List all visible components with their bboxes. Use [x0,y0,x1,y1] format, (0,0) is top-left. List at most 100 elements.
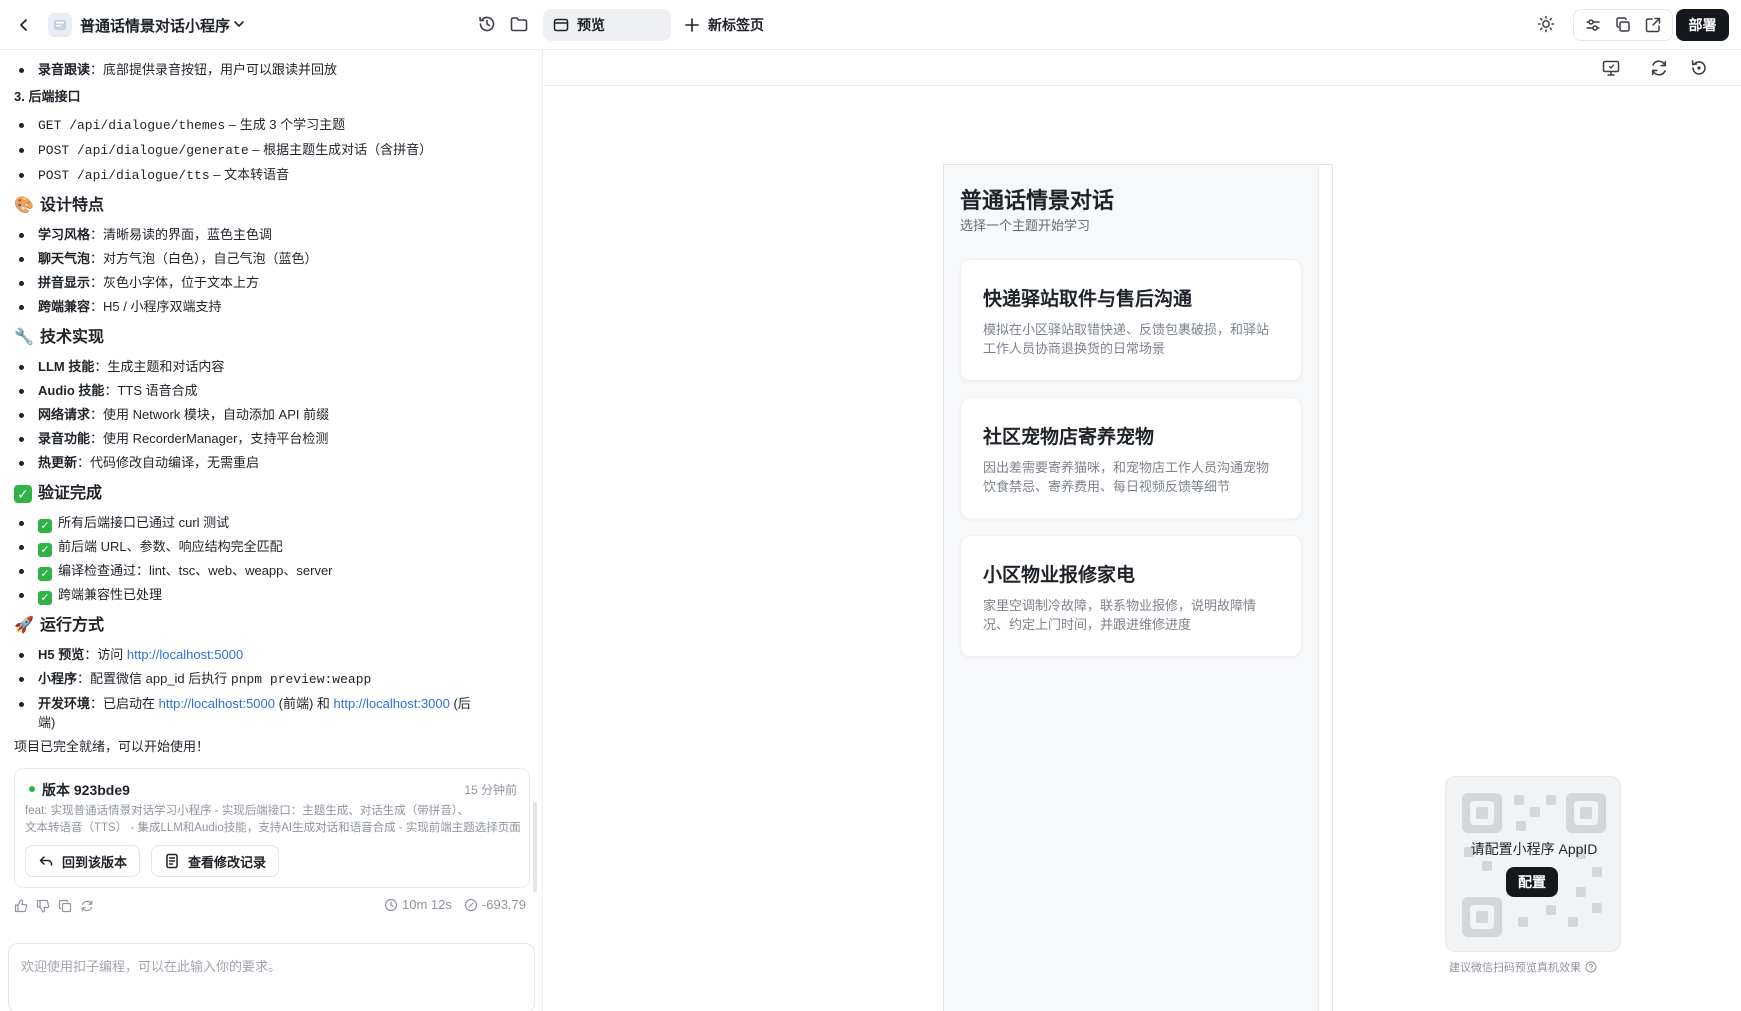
frontend-link[interactable]: http://localhost:5000 [159,696,275,711]
tab-preview[interactable]: 预览 [543,9,671,41]
list-item: 聊天气泡：对方气泡（白色），自己气泡（蓝色） [19,251,318,266]
list-item: 录音跟读：底部提供录音按钮，用户可以跟读并回放 [18,62,338,77]
folder-icon[interactable] [509,14,529,34]
sliders-icon[interactable] [1584,16,1602,34]
preview-canvas: 普通话情景对话 选择一个主题开始学习 快递驿站取件与售后沟通 模拟在小区驿站取错… [544,86,1741,1011]
check-icon: ✓ [14,485,32,503]
app-icon [48,13,72,37]
message-actions [14,899,94,913]
mini-program-page[interactable]: 普通话情景对话 选择一个主题开始学习 快递驿站取件与售后沟通 模拟在小区驿站取错… [944,165,1318,1011]
list-item: POST /api/dialogue/tts – 文本转语音 [18,167,290,183]
thumbs-down-icon[interactable] [36,899,50,913]
credit-cost: -693.79 [464,897,526,912]
list-item: LLM 技能：生成主题和对话内容 [18,359,225,374]
sun-icon[interactable] [1536,14,1556,34]
list-item: H5 预览：访问 http://localhost:5000 [18,647,244,662]
new-tab-label: 新标签页 [708,17,764,33]
reset-icon[interactable] [1689,58,1709,78]
chat-input[interactable] [21,956,521,996]
phone-frame: 普通话情景对话 选择一个主题开始学习 快递驿站取件与售后沟通 模拟在小区驿站取错… [943,164,1333,1011]
localhost-5000-link[interactable]: http://localhost:5000 [127,647,243,662]
chevron-down-icon[interactable] [231,16,247,32]
theme-title: 社区宠物店寄养宠物 [983,427,1155,448]
rocket-icon: 🚀 [14,617,34,634]
chat-input-box[interactable] [8,943,535,1011]
theme-description: 模拟在小区驿站取错快递、反馈包裹破损，和驿站工作人员协商退换货的日常场景 [983,322,1270,356]
external-link-icon[interactable] [1644,16,1662,34]
qr-code-icon [1462,793,1606,937]
backend-link[interactable]: http://localhost:3000 [334,696,450,711]
view-changes-button[interactable]: 查看修改记录 [151,845,280,877]
list-item-continuation: 端) [38,715,56,730]
tab-preview-label: 预览 [577,17,605,33]
list-item: GET /api/dialogue/themes – 生成 3 个学习主题 [18,117,346,133]
chat-panel: 录音跟读：底部提供录音按钮，用户可以跟读并回放 3. 后端接口 GET /api… [0,50,543,1011]
revert-version-button[interactable]: 回到该版本 [25,845,141,877]
theme-title: 快递驿站取件与售后沟通 [983,289,1193,310]
version-time: 15 分钟前 [464,783,517,797]
refresh-icon[interactable] [1649,58,1669,78]
list-item: 录音功能：使用 RecorderManager，支持平台检测 [18,431,329,446]
back-icon[interactable] [12,13,36,37]
section-title-backend: 3. 后端接口 [14,89,81,104]
plus-icon [684,17,700,33]
ready-text: 项目已完全就绪，可以开始使用！ [14,739,210,754]
list-item: 开发环境：已启动在 http://localhost:5000 (前端) 和 h… [19,696,471,711]
list-item: 热更新：代码修改自动编译，无需重启 [18,455,260,470]
list-item: 拼音显示：灰色小字体，位于文本上方 [18,275,260,290]
chat-messages[interactable]: 录音跟读：底部提供录音按钮，用户可以跟读并回放 3. 后端接口 GET /api… [0,50,538,940]
list-item: 小程序：配置微信 app_id 后执行 pnpm preview:weapp [18,671,372,687]
top-bar: 普通话情景对话小程序 预览 新标签页 部署 [0,0,1741,50]
heading-design: 🎨 设计特点 [14,197,105,214]
deploy-button[interactable]: 部署 [1676,9,1729,41]
theme-title: 小区物业报修家电 [983,565,1136,586]
window-icon [553,17,569,33]
project-title[interactable]: 普通话情景对话小程序 [80,15,230,36]
configure-button[interactable]: 配置 [1506,867,1558,897]
qr-tip: 建议微信扫码预览真机效果 [1449,959,1619,975]
list-item: ✓ 所有后端接口已通过 curl 测试 [18,514,229,533]
wrench-icon: 🔧 [14,329,34,346]
document-icon [164,853,180,869]
phone-scrollbar[interactable] [1318,165,1332,1011]
list-item: 跨端兼容：H5 / 小程序双端支持 [18,299,222,314]
version-card: 版本 923bde9 15 分钟前 feat: 实现普通话情景对话学习小程序 -… [14,768,530,888]
version-description: feat: 实现普通话情景对话学习小程序 - 实现后端接口：主题生成、对话生成（… [25,805,521,834]
history-icon[interactable] [477,14,497,34]
version-title: 版本 923bde9 [42,782,130,798]
theme-description: 因出差需要寄养猫咪，和宠物店工作人员沟通宠物饮食禁忌、寄养费用、每日视频反馈等细… [983,460,1270,494]
preview-toolbar [544,50,1741,86]
clock-icon [384,898,398,911]
coin-icon [464,898,478,911]
refresh-icon[interactable] [80,899,94,913]
check-icon: ✓ [38,567,52,581]
heading-tech: 🔧 技术实现 [14,329,105,346]
copy-icon[interactable] [58,899,72,913]
list-item: Audio 技能：TTS 语音合成 [19,383,198,398]
list-item: 学习风格：清晰易读的界面，蓝色主色调 [18,227,273,242]
theme-card[interactable]: 小区物业报修家电 家里空调制冷故障，联系物业报修，说明故障情况、约定上门时间，并… [960,535,1302,657]
monitor-icon[interactable] [1601,58,1621,78]
list-item: ✓ 前后端 URL、参数、响应结构完全匹配 [19,538,283,557]
new-tab-button[interactable]: 新标签页 [684,9,764,41]
list-item: ✓ 编译检查通过：lint、tsc、web、weapp、server [19,562,333,581]
list-item: POST /api/dialogue/generate – 根据主题生成对话（含… [18,142,433,158]
status-dot [29,786,35,792]
theme-card[interactable]: 社区宠物店寄养宠物 因出差需要寄养猫咪，和宠物店工作人员沟通宠物饮食禁忌、寄养费… [960,397,1302,519]
copy-icon[interactable] [1614,16,1632,34]
qr-code-card: 请配置小程序 AppID 配置 [1445,776,1621,952]
list-item: 网络请求：使用 Network 模块，自动添加 API 前缀 [18,407,330,422]
theme-card[interactable]: 快递驿站取件与售后沟通 模拟在小区驿站取错快递、反馈包裹破损，和驿站工作人员协商… [960,259,1302,381]
page-title: 普通话情景对话 [960,188,1115,213]
undo-icon [38,853,54,869]
theme-description: 家里空调制冷故障，联系物业报修，说明故障情况、约定上门时间，并跟进维修进度 [983,598,1257,632]
check-icon: ✓ [38,519,52,533]
scrollbar[interactable] [533,802,537,892]
check-icon: ✓ [38,543,52,557]
page-subtitle: 选择一个主题开始学习 [960,218,1091,233]
list-item: ✓ 跨端兼容性已处理 [18,586,162,605]
palette-icon: 🎨 [14,197,34,214]
help-icon[interactable] [1585,961,1597,973]
appid-prompt: 请配置小程序 AppID [1470,841,1598,857]
thumbs-up-icon[interactable] [14,899,28,913]
